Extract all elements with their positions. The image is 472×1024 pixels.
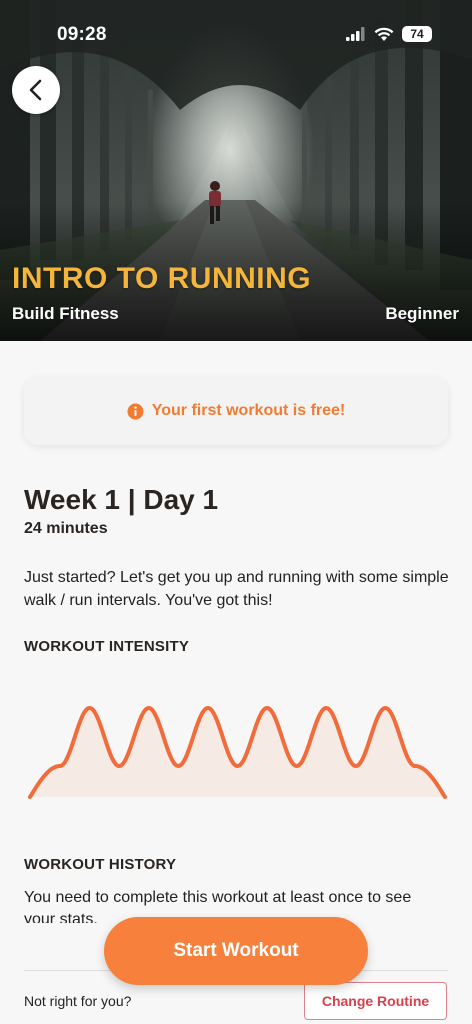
workout-duration: 24 minutes [24,520,108,537]
workout-description: Just started? Let's get you up and runni… [24,569,449,609]
program-level: Beginner [385,304,459,323]
start-workout-button[interactable]: Start Workout [104,917,368,985]
program-goal: Build Fitness [12,304,119,323]
banner-text: Your first workout is free! [151,402,346,419]
workout-title: Week 1 | Day 1 [24,484,219,515]
status-icons: 74 [346,26,432,42]
history-heading: WORKOUT HISTORY [24,856,177,873]
hero-image: 09:28 74 INTRO TO RUNNING Build Fitness … [0,0,472,341]
intensity-heading: WORKOUT INTENSITY [24,638,190,655]
wifi-icon [374,27,394,41]
change-routine-button[interactable]: Change Routine [304,982,447,1020]
status-bar: 09:28 74 [0,0,472,70]
not-right-prompt: Not right for you? [24,993,132,1009]
back-button[interactable] [12,66,60,114]
cellular-signal-icon [346,27,365,41]
chevron-left-icon [29,79,42,101]
free-workout-banner: Your first workout is free! [24,377,448,445]
program-title: INTRO TO RUNNING [12,262,312,295]
status-time: 09:28 [57,24,107,45]
intensity-chart [28,705,447,799]
screen: 09:28 74 INTRO TO RUNNING Build Fitness … [0,0,472,1024]
battery-indicator: 74 [402,26,432,42]
intensity-area [30,708,445,797]
info-icon [127,403,144,419]
